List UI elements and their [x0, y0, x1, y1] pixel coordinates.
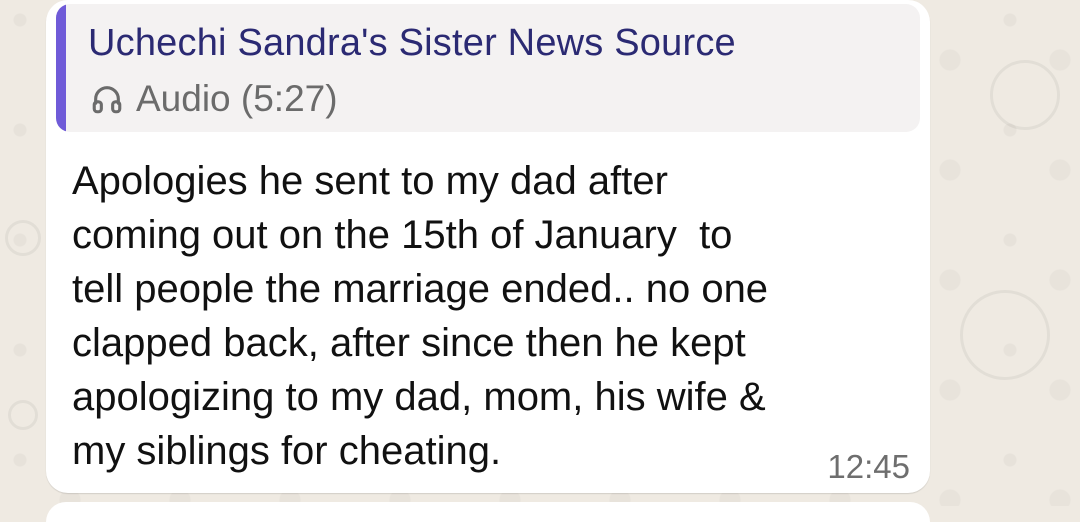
wallpaper-doodle	[8, 400, 38, 430]
message-body: Apologies he sent to my dad after coming…	[72, 154, 892, 478]
headphones-icon	[90, 82, 124, 116]
quoted-author-name: Uchechi Sandra's Sister News Source	[88, 22, 736, 65]
next-message-bubble-edge	[46, 502, 930, 522]
wallpaper-doodle	[5, 220, 41, 256]
quoted-audio-info: Audio (5:27)	[90, 78, 338, 120]
message-timestamp: 12:45	[827, 448, 910, 486]
quote-accent-bar	[56, 4, 66, 132]
quoted-audio-label: Audio (5:27)	[136, 78, 338, 120]
wallpaper-doodle	[990, 60, 1060, 130]
wallpaper-doodle	[960, 290, 1050, 380]
quoted-message[interactable]: Uchechi Sandra's Sister News Source Audi…	[56, 4, 920, 132]
